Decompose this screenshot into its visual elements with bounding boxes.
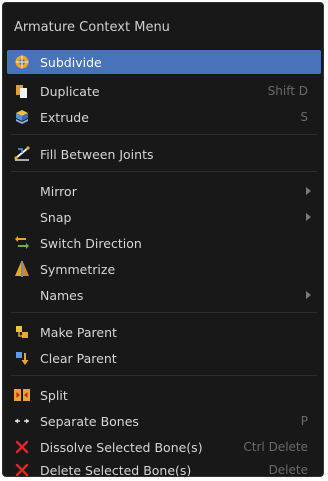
menu-item-fill-between-joints[interactable]: Fill Between Joints xyxy=(7,142,321,166)
separator xyxy=(11,375,317,376)
separate-label: Separate Bones xyxy=(40,413,139,429)
armature-context-menu: Armature Context Menu Subdivide Duplicat… xyxy=(2,2,324,477)
subdivide-label: Subdivide xyxy=(40,54,102,70)
make-parent-label: Make Parent xyxy=(40,324,117,340)
menu-item-names[interactable]: Names xyxy=(7,283,321,307)
make-parent-icon xyxy=(13,323,31,341)
duplicate-label: Duplicate xyxy=(40,83,100,99)
separate-shortcut: P xyxy=(300,414,308,428)
menu-item-delete-selected-bones[interactable]: Delete Selected Bone(s) Delete xyxy=(7,459,321,477)
delete-label: Delete Selected Bone(s) xyxy=(40,462,192,477)
submenu-arrow-icon xyxy=(306,213,311,221)
switch-direction-icon xyxy=(13,234,31,252)
menu-item-separate-bones[interactable]: Separate Bones P xyxy=(7,409,321,433)
menu-item-snap[interactable]: Snap xyxy=(7,205,321,229)
menu-item-split[interactable]: Split xyxy=(7,383,321,407)
duplicate-icon xyxy=(13,82,31,100)
duplicate-shortcut: Shift D xyxy=(267,84,308,98)
clear-parent-icon xyxy=(13,349,31,367)
mirror-label: Mirror xyxy=(40,183,77,199)
separator xyxy=(11,312,317,313)
dissolve-label: Dissolve Selected Bone(s) xyxy=(40,439,203,455)
extrude-label: Extrude xyxy=(40,109,89,125)
x-icon xyxy=(13,438,31,456)
menu-item-duplicate[interactable]: Duplicate Shift D xyxy=(7,79,321,103)
separator xyxy=(11,171,317,172)
snap-label: Snap xyxy=(40,209,72,225)
separator xyxy=(11,134,317,135)
menu-item-clear-parent[interactable]: Clear Parent xyxy=(7,346,321,370)
symmetrize-label: Symmetrize xyxy=(40,261,116,277)
names-label: Names xyxy=(40,287,84,303)
menu-item-switch-direction[interactable]: Switch Direction xyxy=(7,231,321,255)
menu-item-mirror[interactable]: Mirror xyxy=(7,179,321,203)
menu-item-extrude[interactable]: Extrude S xyxy=(7,105,321,129)
fill-label: Fill Between Joints xyxy=(40,146,154,162)
menu-item-dissolve-selected-bones[interactable]: Dissolve Selected Bone(s) Ctrl Delete xyxy=(7,435,321,459)
split-icon xyxy=(13,386,31,404)
split-label: Split xyxy=(40,387,68,403)
submenu-arrow-icon xyxy=(306,187,311,195)
menu-item-symmetrize[interactable]: Symmetrize xyxy=(7,257,321,281)
menu-item-make-parent[interactable]: Make Parent xyxy=(7,320,321,344)
clear-parent-label: Clear Parent xyxy=(40,350,117,366)
dissolve-shortcut: Ctrl Delete xyxy=(243,440,308,454)
symmetrize-icon xyxy=(13,260,31,278)
extrude-shortcut: S xyxy=(300,110,308,124)
menu-title: Armature Context Menu xyxy=(14,20,170,35)
subdivide-icon xyxy=(13,53,31,71)
separate-icon xyxy=(13,412,31,430)
submenu-arrow-icon xyxy=(306,291,311,299)
fill-icon xyxy=(13,145,31,163)
menu-item-subdivide[interactable]: Subdivide xyxy=(7,50,321,74)
switch-label: Switch Direction xyxy=(40,235,142,251)
x-icon xyxy=(13,461,31,476)
extrude-icon xyxy=(13,108,31,126)
delete-shortcut: Delete xyxy=(268,463,308,477)
